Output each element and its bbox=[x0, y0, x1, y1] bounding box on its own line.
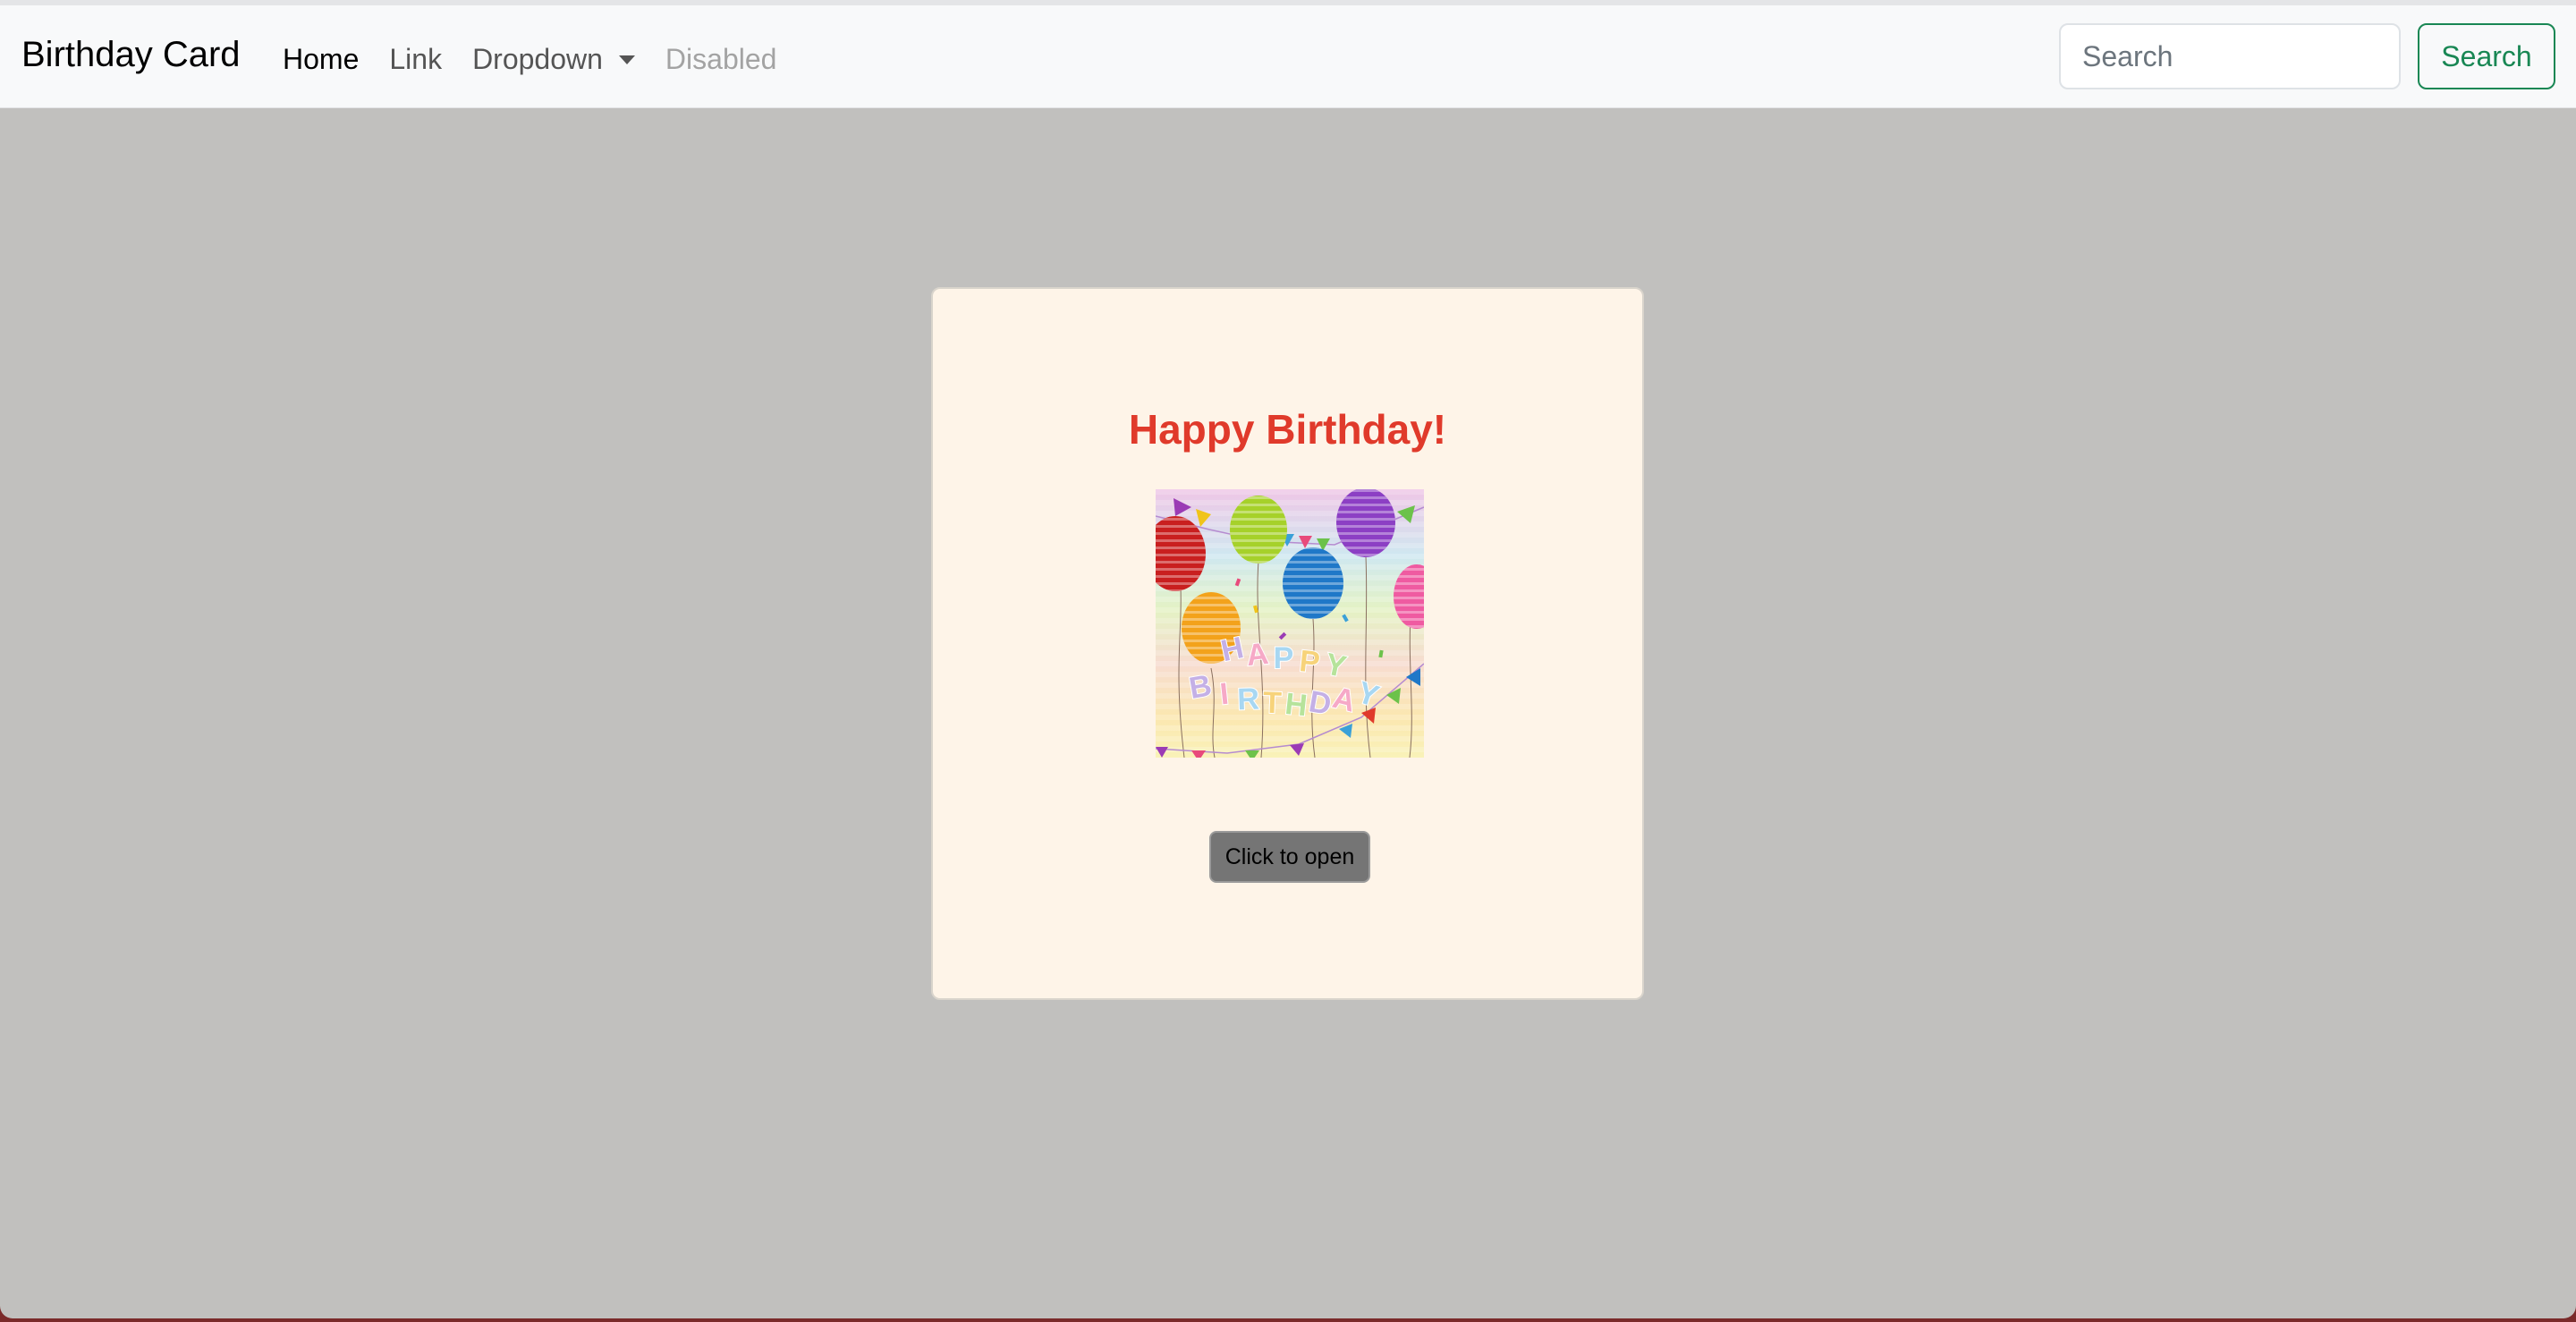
nav-dropdown-toggle[interactable]: Dropdown bbox=[472, 41, 635, 77]
birthday-balloons-image: HAPPYBIRTHDAY bbox=[1156, 489, 1424, 758]
click-to-open-button[interactable]: Click to open bbox=[1209, 831, 1370, 883]
image-letter: R bbox=[1237, 682, 1260, 717]
nav-links: Home Link Dropdown Disabled bbox=[283, 41, 807, 77]
image-letter: H bbox=[1284, 687, 1309, 723]
search-button[interactable]: Search bbox=[2418, 23, 2555, 89]
nav-link-disabled: Disabled bbox=[665, 43, 777, 75]
image-letter: T bbox=[1262, 686, 1282, 721]
browser-viewport: Birthday Card Home Link Dropdown Disable… bbox=[0, 0, 2576, 1318]
image-letter: P bbox=[1298, 644, 1322, 680]
search-input[interactable] bbox=[2059, 23, 2401, 89]
birthday-card: Happy Birthday! H A P P Y B I R T H D A … bbox=[931, 287, 1644, 1000]
caret-down-icon bbox=[618, 55, 635, 64]
image-letter: A bbox=[1245, 637, 1270, 673]
nav-link-link[interactable]: Link bbox=[389, 41, 442, 77]
navbar-brand[interactable]: Birthday Card bbox=[21, 32, 241, 77]
navbar: Birthday Card Home Link Dropdown Disable… bbox=[0, 5, 2576, 108]
image-letter: P bbox=[1274, 641, 1294, 675]
nav-link-home[interactable]: Home bbox=[283, 41, 359, 77]
card-title: Happy Birthday! bbox=[1128, 406, 1447, 453]
nav-dropdown-label: Dropdown bbox=[472, 43, 603, 75]
